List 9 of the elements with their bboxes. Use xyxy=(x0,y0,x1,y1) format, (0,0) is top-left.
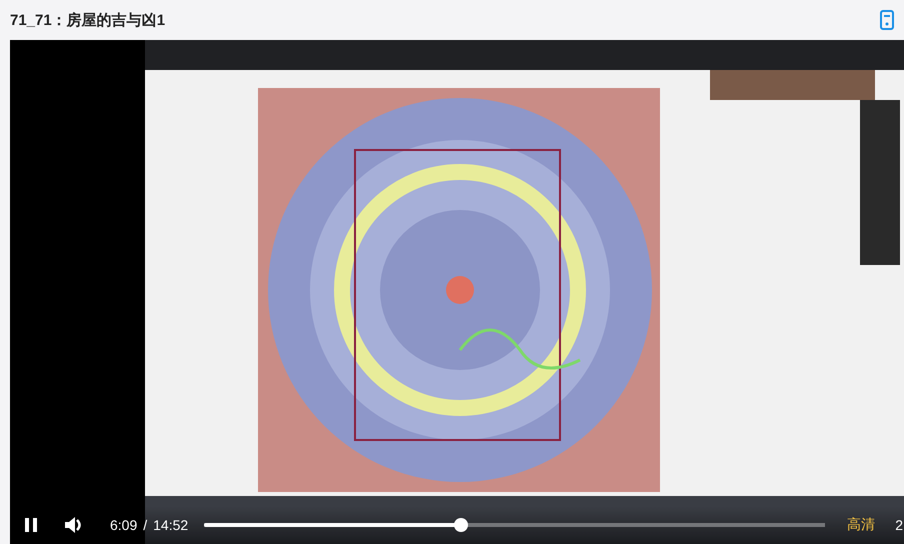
volume-button[interactable] xyxy=(64,516,84,534)
time-separator: / xyxy=(143,517,148,533)
speed-button[interactable]: 2 xyxy=(895,517,903,533)
phone-icon[interactable] xyxy=(880,10,894,30)
current-time: 6:09 xyxy=(110,517,138,533)
duration: 14:52 xyxy=(153,517,188,533)
quality-button[interactable]: 高清 xyxy=(847,516,876,534)
video-title: 71_71：房屋的吉与凶1 xyxy=(10,10,166,30)
pause-button[interactable] xyxy=(24,517,38,533)
